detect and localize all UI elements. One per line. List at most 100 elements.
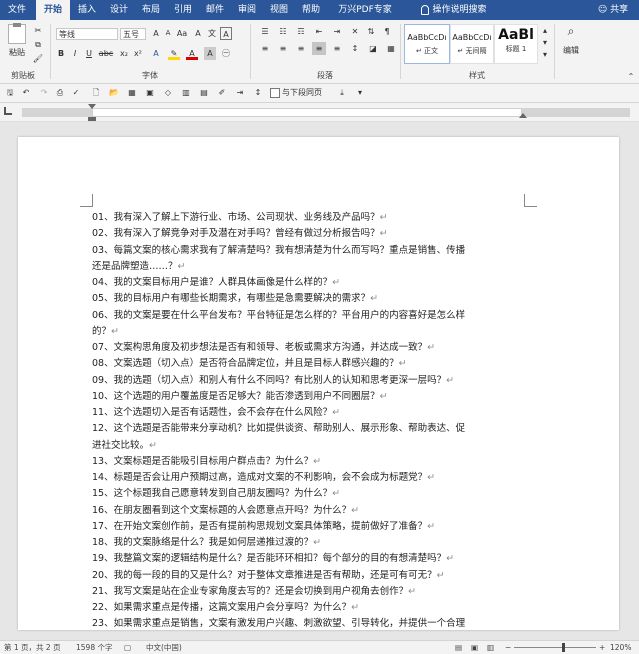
document-line[interactable]: 05、我的目标用户有哪些长期需求，有哪些是急需要解决的需求？↵ — [92, 291, 378, 306]
shading-icon[interactable]: ◪ — [366, 42, 380, 55]
picture-icon[interactable]: ▣ — [144, 86, 156, 99]
zoom-in-icon[interactable]: + — [599, 641, 605, 654]
multilevel-list-icon[interactable]: ☶ — [294, 25, 308, 38]
decrease-indent-icon[interactable]: ⇤ — [312, 25, 326, 38]
superscript-icon[interactable]: x² — [132, 47, 144, 60]
char-shading-icon[interactable]: A — [204, 47, 216, 60]
zoom-out-icon[interactable]: − — [505, 641, 511, 654]
clear-format-icon[interactable]: A — [192, 27, 204, 40]
document-line[interactable]: 17、在开始文案创作前，是否有提前构思规划文案具体策略，提前做好了准备？↵ — [92, 519, 435, 534]
zoom-slider[interactable] — [514, 647, 596, 648]
char-border-icon[interactable]: A — [220, 27, 232, 40]
paste-button[interactable]: 粘贴 — [4, 46, 30, 59]
left-indent-marker[interactable] — [88, 117, 96, 121]
indent-icon[interactable]: ⇥ — [234, 86, 246, 99]
document-line[interactable]: 11、这个选题切入是否有话题性，会不会存在什么风险？↵ — [92, 405, 340, 420]
borders-icon[interactable]: ▦ — [384, 42, 398, 55]
chinese-layout-icon[interactable]: ✕ — [348, 25, 362, 38]
document-line[interactable]: 01、我有深入了解上下游行业、市场、公司现状、业务线及产品吗？↵ — [92, 210, 388, 225]
bullets-icon[interactable]: ☰ — [258, 25, 272, 38]
print-preview-icon[interactable]: ⎙ — [54, 86, 66, 99]
undo-icon[interactable]: ↶ — [20, 86, 32, 99]
font-size-select[interactable]: 五号 — [120, 28, 146, 40]
tab-references[interactable]: 引用 — [168, 0, 198, 20]
document-line[interactable]: 15、这个标题我自己愿意转发到自己朋友圈吗？为什么？↵ — [92, 486, 340, 501]
document-page[interactable]: 01、我有深入了解上下游行业、市场、公司现状、业务线及产品吗？↵ 02、我有深入了… — [18, 137, 619, 630]
align-right-icon[interactable]: ≡ — [294, 42, 308, 55]
justify-icon[interactable]: ≡ — [312, 42, 326, 55]
sort-icon[interactable]: ⇅ — [364, 25, 378, 38]
document-line[interactable]: 03、每篇文案的核心需求我有了解清楚吗？我有想清楚为什么而写吗？重点是销售、传播 — [92, 243, 465, 258]
horizontal-ruler[interactable] — [92, 108, 522, 117]
numbering-icon[interactable]: ☷ — [276, 25, 290, 38]
document-line[interactable]: 还是品牌塑造……？↵ — [92, 259, 185, 274]
phonetic-icon[interactable]: 文 — [206, 27, 218, 40]
tab-pdf-expert[interactable]: 万兴PDF专家 — [330, 0, 400, 20]
change-case-icon[interactable]: Aa — [176, 27, 188, 40]
increase-indent-icon[interactable]: ⇥ — [330, 25, 344, 38]
proofing-icon[interactable]: ▢ — [124, 641, 131, 654]
tab-review[interactable]: 审阅 — [232, 0, 262, 20]
page-break-icon[interactable]: ⤓ — [336, 86, 348, 99]
new-doc-icon[interactable]: 🗋 — [90, 86, 102, 99]
document-line[interactable]: 14、标题是否会让用户预期过高，造成对文案的不利影响，会不会成为标题党？↵ — [92, 470, 435, 485]
table-icon[interactable]: ▦ — [126, 86, 138, 99]
tab-help[interactable]: 帮助 — [296, 0, 326, 20]
tab-file[interactable]: 文件 — [0, 0, 34, 20]
subscript-icon[interactable]: x₂ — [118, 47, 130, 60]
enclose-char-icon[interactable]: ㊀ — [220, 47, 232, 60]
align-center-icon[interactable]: ≡ — [276, 42, 290, 55]
read-mode-icon[interactable]: ▤ — [455, 641, 462, 654]
document-line[interactable]: 23、如果需求重点是销售，文案有激发用户兴趣、刺激欲望、引导转化，并提供一个合理 — [92, 616, 465, 630]
strikethrough-icon[interactable]: abc — [98, 47, 114, 60]
document-line[interactable]: 22、如果需求重点是传播，这篇文案用户会分享吗？为什么？↵ — [92, 600, 359, 615]
document-line[interactable]: 09、我的选题（切入点）和别人有什么不同吗？有比别人的认知和思考更深一层吗？↵ — [92, 373, 454, 388]
document-line[interactable]: 12、这个选题是否能带来分享动机？比如提供谈资、帮助别人、展示形象、帮助表达、促 — [92, 421, 465, 436]
shrink-font-icon[interactable]: A — [162, 27, 174, 40]
document-line[interactable]: 10、这个选题的用户覆盖度是否足够大？能否渗透到用户不同圈层？↵ — [92, 389, 388, 404]
line-spacing-qat-icon[interactable]: ↕ — [252, 86, 264, 99]
style-no-spacing[interactable]: AaBbCcDı ↵ 无间隔 — [450, 24, 494, 64]
tab-home[interactable]: 开始 — [36, 0, 70, 20]
word-count[interactable]: 1598 个字 — [76, 641, 112, 654]
tab-mailings[interactable]: 邮件 — [200, 0, 230, 20]
customize-qat-icon[interactable]: ▾ — [354, 86, 366, 99]
zoom-level[interactable]: 120% — [610, 641, 631, 654]
document-line[interactable]: 21、我写文案是站在企业专家角度去写的？还是会切换到用户视角去创作？↵ — [92, 584, 416, 599]
tab-view[interactable]: 视图 — [264, 0, 294, 20]
align-left-icon[interactable]: ≡ — [258, 42, 272, 55]
right-indent-marker[interactable] — [519, 113, 527, 118]
styles-more-icon[interactable]: ▾ — [540, 48, 550, 61]
cut-icon[interactable]: ✂ — [32, 24, 44, 37]
first-line-indent-marker[interactable] — [88, 104, 96, 109]
web-layout-icon[interactable]: ▥ — [487, 641, 494, 654]
collapse-ribbon-icon[interactable]: ⌃ — [626, 70, 636, 83]
tab-layout[interactable]: 布局 — [136, 0, 166, 20]
document-line[interactable]: 07、文案构思角度及初步想法是否有和领导、老板或需求方沟通，并达成一致？↵ — [92, 340, 435, 355]
document-line[interactable]: 20、我的每一段的目的又是什么？对于整体文章推进是否有帮助，还是可有可无？↵ — [92, 568, 445, 583]
editing-button[interactable]: 编辑 — [558, 44, 584, 57]
bold-icon[interactable]: B — [56, 47, 66, 60]
underline-icon[interactable]: U — [84, 47, 94, 60]
document-line[interactable]: 06、我的文案是要在什么平台发布？平台特征是怎么样的？平台用户的内容喜好是怎么样 — [92, 308, 465, 323]
chart-icon[interactable]: ▥ — [180, 86, 192, 99]
format-painter-icon[interactable]: 🖌 — [32, 52, 44, 65]
redo-icon[interactable]: ↷ — [38, 86, 50, 99]
save-icon[interactable]: 🖫 — [4, 86, 16, 99]
shapes-icon[interactable]: ◇ — [162, 86, 174, 99]
style-heading-1[interactable]: AaBl 标题 1 — [494, 24, 538, 64]
tab-design[interactable]: 设计 — [104, 0, 134, 20]
highlight-icon[interactable]: ✎ — [168, 47, 180, 60]
document-line[interactable]: 进社交比较。↵ — [92, 438, 157, 453]
document-line[interactable]: 19、我整篇文案的逻辑结构是什么？是否能环环相扣？每个部分的目的有想清楚吗？↵ — [92, 551, 454, 566]
italic-icon[interactable]: I — [70, 47, 80, 60]
language-indicator[interactable]: 中文(中国) — [146, 641, 182, 654]
document-line[interactable]: 04、我的文案目标用户是谁？人群具体画像是什么样的？↵ — [92, 275, 340, 290]
text-effects-icon[interactable]: A — [150, 47, 162, 60]
spelling-icon[interactable]: ✓ — [70, 86, 82, 99]
keep-with-next-checkbox[interactable] — [270, 88, 280, 98]
format-painter-qat-icon[interactable]: ✐ — [216, 86, 228, 99]
tell-me-search[interactable]: 操作说明搜索 — [408, 0, 500, 20]
document-line[interactable]: 16、在朋友圈看到这个文案标题的人会愿意点开吗？为什么？↵ — [92, 503, 359, 518]
line-spacing-icon[interactable]: ↕ — [348, 42, 362, 55]
